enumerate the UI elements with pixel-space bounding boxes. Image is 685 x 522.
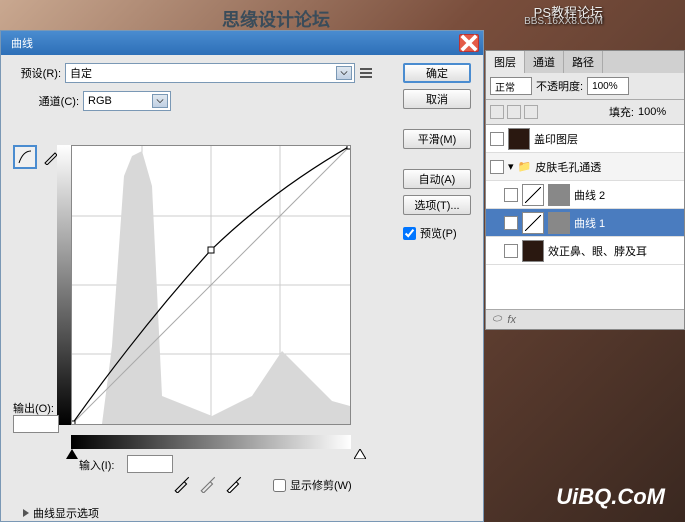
tab-channels[interactable]: 通道	[525, 51, 564, 73]
preview-label: 预览(P)	[420, 225, 457, 241]
visibility-icon[interactable]	[504, 188, 518, 202]
blend-mode-select[interactable]: 正常	[490, 77, 532, 95]
layer-group-row[interactable]: ▾ 📁 皮肤毛孔通透	[486, 153, 684, 181]
fx-icon[interactable]: fx	[507, 314, 516, 326]
curve-icon	[17, 149, 33, 165]
curve-svg	[72, 146, 350, 424]
group-name: 皮肤毛孔通透	[535, 159, 680, 175]
preview-row: 预览(P)	[403, 225, 473, 241]
show-clipping-row: 显示修剪(W)	[273, 477, 352, 493]
curve-tools	[13, 145, 63, 169]
auto-button[interactable]: 自动(A)	[403, 169, 471, 189]
lock-icons	[490, 105, 538, 119]
white-point-slider[interactable]	[354, 449, 366, 459]
layer-row[interactable]: 盖印图层	[486, 125, 684, 153]
lock-transparency-icon[interactable]	[490, 105, 504, 119]
visibility-icon[interactable]	[504, 216, 518, 230]
watermark-site: 思缘设计论坛	[222, 6, 330, 32]
adjustment-thumb	[522, 184, 544, 206]
opacity-label: 不透明度:	[536, 78, 583, 94]
preset-select[interactable]: 自定	[65, 63, 355, 83]
panel-footer: ⬭ fx	[486, 309, 684, 329]
dropdown-arrow-icon	[336, 66, 352, 80]
mask-thumb	[548, 212, 570, 234]
options-button[interactable]: 选项(T)...	[403, 195, 471, 215]
curve-canvas[interactable]	[71, 145, 351, 425]
point-curve-tool[interactable]	[13, 145, 37, 169]
output-input[interactable]	[13, 415, 59, 433]
watermark-url: BBS.16XX8.COM	[524, 16, 603, 27]
lock-position-icon[interactable]	[524, 105, 538, 119]
curve-display-options-disclosure[interactable]: 曲线显示选项	[23, 505, 99, 521]
preview-checkbox[interactable]	[403, 227, 416, 240]
close-icon	[460, 34, 478, 52]
layer-name: 曲线 2	[574, 187, 680, 203]
curves-dialog: 曲线 预设(R): 自定 通道(C): RGB 确定 取消 平滑(M)	[0, 30, 484, 522]
layer-row-selected[interactable]: 曲线 1	[486, 209, 684, 237]
show-clipping-label: 显示修剪(W)	[290, 477, 352, 493]
tab-paths[interactable]: 路径	[564, 51, 603, 73]
blend-opacity-row: 正常 不透明度: 100%	[486, 73, 684, 100]
close-button[interactable]	[459, 34, 479, 52]
input-gradient	[71, 435, 351, 449]
layer-name: 效正鼻、眼、脖及耳	[548, 243, 680, 259]
folder-icon: 📁	[518, 160, 532, 173]
layers-panel: 图层 通道 路径 正常 不透明度: 100% 填充: 100% 盖印图层 ▾ 📁…	[485, 50, 685, 330]
visibility-icon[interactable]	[504, 244, 518, 258]
preset-label: 预设(R):	[11, 65, 61, 81]
channel-select[interactable]: RGB	[83, 91, 171, 111]
show-clipping-checkbox[interactable]	[273, 479, 286, 492]
visibility-icon[interactable]	[490, 132, 504, 146]
eyedropper-tools	[173, 475, 243, 493]
opacity-input[interactable]: 100%	[587, 77, 629, 95]
output-gradient	[57, 145, 71, 425]
preset-menu-icon[interactable]	[359, 66, 373, 80]
layer-thumb	[522, 240, 544, 262]
layer-row[interactable]: 曲线 2	[486, 181, 684, 209]
mask-thumb	[548, 184, 570, 206]
layer-list: 盖印图层 ▾ 📁 皮肤毛孔通透 曲线 2 曲线 1 效正鼻、眼、脖及耳	[486, 125, 684, 309]
black-point-slider[interactable]	[66, 449, 78, 459]
panel-tabs: 图层 通道 路径	[486, 51, 684, 73]
link-layers-icon[interactable]: ⬭	[492, 313, 501, 326]
layer-thumb	[508, 128, 530, 150]
lock-fill-row: 填充: 100%	[486, 100, 684, 125]
disclosure-triangle-icon	[23, 509, 29, 517]
input-input[interactable]	[127, 455, 173, 473]
group-disclosure-icon[interactable]: ▾	[508, 160, 514, 173]
preset-value: 自定	[70, 65, 92, 81]
channel-value: RGB	[88, 95, 112, 107]
layer-name: 盖印图层	[534, 131, 680, 147]
curve-area	[71, 145, 361, 435]
title-bar[interactable]: 曲线	[1, 31, 483, 55]
watermark-bottom: UiBQ.CoM	[556, 484, 665, 510]
fill-input[interactable]: 100%	[638, 106, 680, 118]
gray-eyedropper-icon[interactable]	[199, 475, 217, 493]
layer-name: 曲线 1	[574, 215, 680, 231]
input-label: 输入(I):	[79, 457, 114, 473]
disclosure-label: 曲线显示选项	[33, 505, 99, 521]
dialog-body: 预设(R): 自定 通道(C): RGB 确定 取消 平滑(M) 自动(A) 选…	[1, 55, 483, 521]
ok-button[interactable]: 确定	[403, 63, 471, 83]
black-eyedropper-icon[interactable]	[173, 475, 191, 493]
fill-label: 填充:	[609, 104, 634, 120]
smooth-button[interactable]: 平滑(M)	[403, 129, 471, 149]
layer-row[interactable]: 效正鼻、眼、脖及耳	[486, 237, 684, 265]
cancel-button[interactable]: 取消	[403, 89, 471, 109]
tab-layers[interactable]: 图层	[486, 51, 525, 73]
dialog-title: 曲线	[5, 35, 459, 51]
channel-label: 通道(C):	[31, 93, 79, 109]
visibility-icon[interactable]	[490, 160, 504, 174]
output-label: 输出(O):	[13, 400, 54, 416]
lock-pixels-icon[interactable]	[507, 105, 521, 119]
white-eyedropper-icon[interactable]	[225, 475, 243, 493]
adjustment-thumb	[522, 212, 544, 234]
dialog-buttons: 确定 取消 平滑(M) 自动(A) 选项(T)... 预览(P)	[403, 63, 473, 241]
dropdown-arrow-icon	[152, 94, 168, 108]
